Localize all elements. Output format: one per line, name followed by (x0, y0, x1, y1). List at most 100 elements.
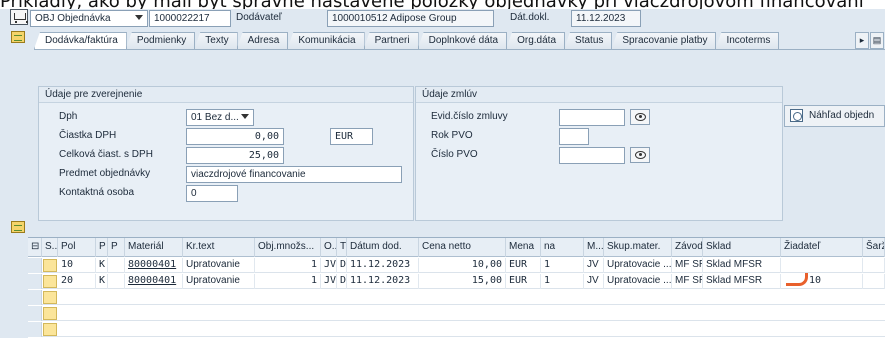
expand-items-icon[interactable] (11, 221, 25, 233)
tab-scroll-right-button[interactable]: ▸ (855, 32, 869, 49)
cell-material[interactable]: 80000401 (125, 274, 183, 289)
cell-unit[interactable]: JV (321, 274, 337, 289)
tab-payment-processing[interactable]: Spracovanie platby (611, 32, 717, 49)
tab-delivery-invoice[interactable]: Dodávka/faktúra (34, 32, 127, 49)
cart-icon[interactable] (10, 9, 28, 25)
col-per[interactable]: na (541, 238, 584, 257)
cell-storage[interactable]: Sklad MFSR (703, 274, 781, 289)
cell-material-group[interactable]: Upratovacie ... (604, 274, 672, 289)
doc-type-select[interactable]: OBJ Objednávka (30, 10, 148, 27)
row-selector[interactable] (28, 322, 42, 337)
table-row-empty[interactable] (28, 322, 885, 337)
cell-t[interactable]: D (337, 258, 347, 273)
supplier-field[interactable]: 1000010512 Adipose Group (327, 10, 494, 27)
pvo-year-field[interactable] (559, 128, 589, 145)
dph-select[interactable]: 01 Bez d... (186, 109, 254, 126)
row-selector[interactable] (28, 274, 42, 289)
col-net-price[interactable]: Cena netto (419, 238, 506, 257)
col-m[interactable]: M... (584, 238, 604, 257)
row-selector[interactable] (28, 258, 42, 273)
cell-short-text[interactable]: Upratovanie (183, 258, 255, 273)
col-material[interactable]: Materiál (125, 238, 183, 257)
cell-plant[interactable]: MF SR (672, 274, 703, 289)
cell-p2[interactable] (108, 258, 125, 273)
cell-requester[interactable] (781, 258, 863, 273)
tab-conditions[interactable]: Podmienky (125, 32, 196, 49)
col-requester[interactable]: Žiadateľ (781, 238, 863, 257)
table-row-empty[interactable] (28, 290, 885, 305)
col-short-text[interactable]: Kr.text (183, 238, 255, 257)
col-plant[interactable]: Závod (672, 238, 703, 257)
row-selector[interactable] (28, 306, 42, 321)
col-p1[interactable]: P (96, 238, 108, 257)
evid-display-button[interactable] (630, 109, 650, 125)
col-material-group[interactable]: Skup.mater. (604, 238, 672, 257)
col-storage[interactable]: Sklad (703, 238, 781, 257)
table-row[interactable]: 10 K 80000401 Upratovanie 1 JV D 11.12.2… (28, 258, 885, 273)
tab-status[interactable]: Status (564, 32, 613, 49)
vat-amount-field[interactable]: 0,00 (186, 128, 284, 145)
row-status-cell (43, 307, 57, 320)
cell-quantity[interactable]: 1 (255, 258, 321, 273)
table-row[interactable]: 20 K 80000401 Upratovanie 1 JV D 11.12.2… (28, 274, 885, 289)
cell-material[interactable]: 80000401 (125, 258, 183, 273)
col-quantity[interactable]: Obj.množs... (255, 238, 321, 257)
pvo-display-button[interactable] (630, 147, 650, 163)
cell-storage[interactable]: Sklad MFSR (703, 258, 781, 273)
expand-header-icon[interactable] (11, 31, 25, 43)
cell-quantity[interactable]: 1 (255, 274, 321, 289)
col-p2[interactable]: P (108, 238, 125, 257)
tab-address[interactable]: Adresa (236, 32, 289, 49)
doc-date-field[interactable]: 11.12.2023 (571, 10, 641, 27)
col-batch[interactable]: Šarža (863, 238, 885, 257)
cell-delivery-date[interactable]: 11.12.2023 (347, 258, 419, 273)
col-t[interactable]: T (337, 238, 347, 257)
order-preview-button[interactable]: Náhľad objedn (784, 105, 885, 127)
tab-incoterms[interactable]: Incoterms (715, 32, 780, 49)
cell-short-text[interactable]: Upratovanie (183, 274, 255, 289)
evid-number-field[interactable] (559, 109, 625, 126)
cell-item[interactable]: 10 (58, 258, 96, 273)
cell-t[interactable]: D (337, 274, 347, 289)
col-unit[interactable]: O... (321, 238, 337, 257)
col-currency[interactable]: Mena (506, 238, 541, 257)
chevron-down-icon[interactable] (241, 114, 249, 119)
col-item[interactable]: Pol (58, 238, 96, 257)
tab-additional-data[interactable]: Doplnkové dáta (417, 32, 508, 49)
cell-currency[interactable]: EUR (506, 258, 541, 273)
col-status[interactable]: S.. (42, 238, 58, 257)
cell-plant[interactable]: MF SR (672, 258, 703, 273)
cell-net-price[interactable]: 10,00 (419, 258, 506, 273)
layout-icon[interactable]: ⊟ (28, 238, 42, 257)
cell-p1[interactable]: K (96, 274, 108, 289)
cell-p1[interactable]: K (96, 258, 108, 273)
pvo-number-field[interactable] (559, 147, 625, 164)
currency-field[interactable]: EUR (330, 128, 373, 145)
chevron-down-icon[interactable] (135, 15, 143, 20)
tab-communication[interactable]: Komunikácia (287, 32, 365, 49)
total-with-vat-field[interactable]: 25,00 (186, 147, 284, 164)
cell-per[interactable]: 1 (541, 274, 584, 289)
tab-list-button[interactable]: ▤ (870, 32, 884, 49)
cell-net-price[interactable]: 15,00 (419, 274, 506, 289)
cell-p2[interactable] (108, 274, 125, 289)
tab-partners[interactable]: Partneri (363, 32, 419, 49)
cell-batch[interactable] (863, 274, 885, 289)
row-selector[interactable] (28, 290, 42, 305)
order-subject-field[interactable]: viaczdrojové financovanie (186, 166, 402, 183)
cell-material-group[interactable]: Upratovacie ... (604, 258, 672, 273)
cell-m[interactable]: JV (584, 274, 604, 289)
cell-delivery-date[interactable]: 11.12.2023 (347, 274, 419, 289)
cell-batch[interactable] (863, 258, 885, 273)
cell-currency[interactable]: EUR (506, 274, 541, 289)
doc-number-field[interactable]: 1000022217 (149, 10, 231, 27)
col-delivery-date[interactable]: Dátum dod. (347, 238, 419, 257)
table-row-empty[interactable] (28, 306, 885, 321)
tab-org-data[interactable]: Org.dáta (506, 32, 566, 49)
contact-person-field[interactable]: 0 (186, 185, 238, 202)
tab-texts[interactable]: Texty (194, 32, 238, 49)
cell-per[interactable]: 1 (541, 258, 584, 273)
cell-unit[interactable]: JV (321, 258, 337, 273)
cell-item[interactable]: 20 (58, 274, 96, 289)
cell-m[interactable]: JV (584, 258, 604, 273)
